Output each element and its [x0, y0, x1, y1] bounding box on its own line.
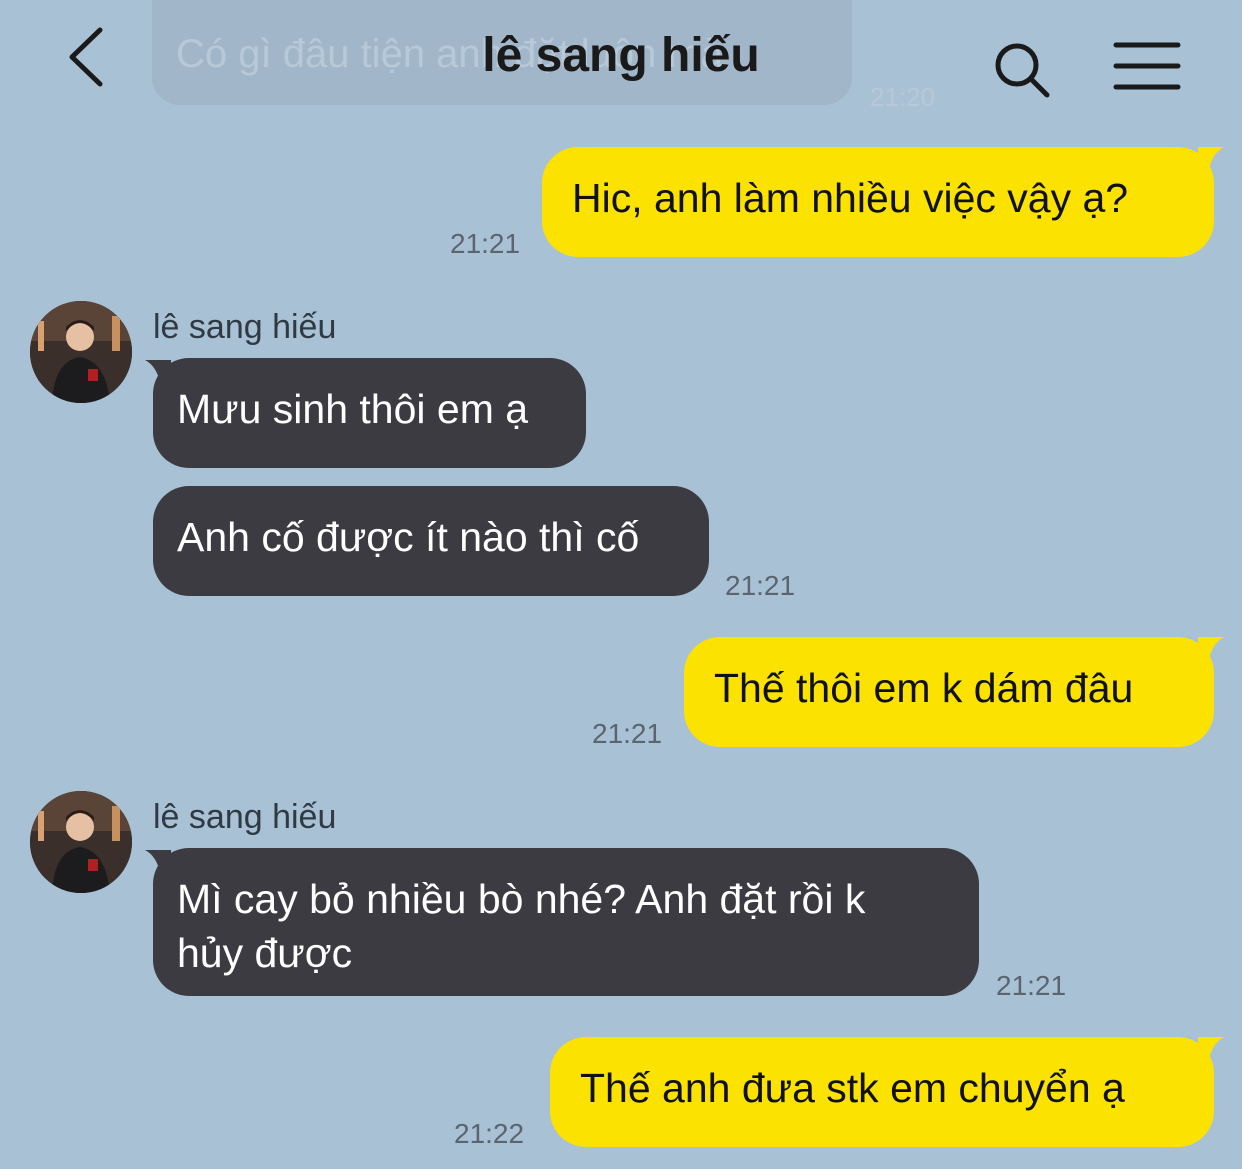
message-time: 21:21	[725, 570, 796, 601]
bubble-tail	[1198, 637, 1224, 663]
message-text: Thế anh đưa stk em chuyển ạ	[580, 1065, 1125, 1111]
message-time: 21:21	[592, 718, 663, 749]
message-text: Mưu sinh thôi em ạ	[177, 386, 529, 432]
message-bubble-sent[interactable]: Hic, anh làm nhiều việc vậy ạ?	[542, 147, 1214, 257]
message-time: 21:21	[996, 970, 1067, 1001]
message-bubble-received[interactable]: Mưu sinh thôi em ạ	[153, 358, 586, 468]
message-bubble-received[interactable]: Mì cay bỏ nhiều bò nhé? Anh đặt rồi k hủ…	[153, 848, 979, 996]
sender-name: lê sang hiếu	[153, 308, 337, 346]
message-time: 21:22	[454, 1118, 525, 1149]
message-text: Anh cố được ít nào thì cố	[177, 514, 640, 560]
avatar[interactable]	[30, 791, 132, 893]
message-bubble-received[interactable]: Anh cố được ít nào thì cố	[153, 486, 709, 596]
bubble-tail	[1198, 147, 1224, 173]
search-icon	[995, 43, 1050, 98]
person-photo-icon	[30, 301, 132, 403]
avatar[interactable]	[30, 301, 132, 403]
message-text: Thế thôi em k dám đâu	[714, 665, 1134, 711]
hamburger-menu-icon	[1113, 42, 1181, 90]
sender-name: lê sang hiếu	[153, 798, 337, 836]
message-text: Hic, anh làm nhiều việc vậy ạ?	[572, 175, 1129, 221]
message-bubble-sent[interactable]: Thế thôi em k dám đâu	[684, 637, 1214, 747]
message-bubble-sent[interactable]: Thế anh đưa stk em chuyển ạ	[550, 1037, 1214, 1147]
message-text: Mì cay bỏ nhiều bò nhé? Anh đặt rồi k hủ…	[177, 876, 866, 976]
bubble-tail	[1198, 1037, 1224, 1063]
chat-title: lê sang hiếu	[482, 29, 760, 82]
chat-header: lê sang hiếu	[0, 0, 1242, 120]
bubble-tail	[145, 850, 171, 876]
message-time: 21:21	[450, 228, 521, 259]
search-button[interactable]	[992, 40, 1052, 100]
bubble-tail	[145, 360, 171, 386]
chat-screen: Có gì đâu tiện anh đặt luôn mà 21:20 lê …	[0, 0, 1242, 1169]
menu-button[interactable]	[1112, 40, 1182, 92]
person-photo-icon	[30, 791, 132, 893]
